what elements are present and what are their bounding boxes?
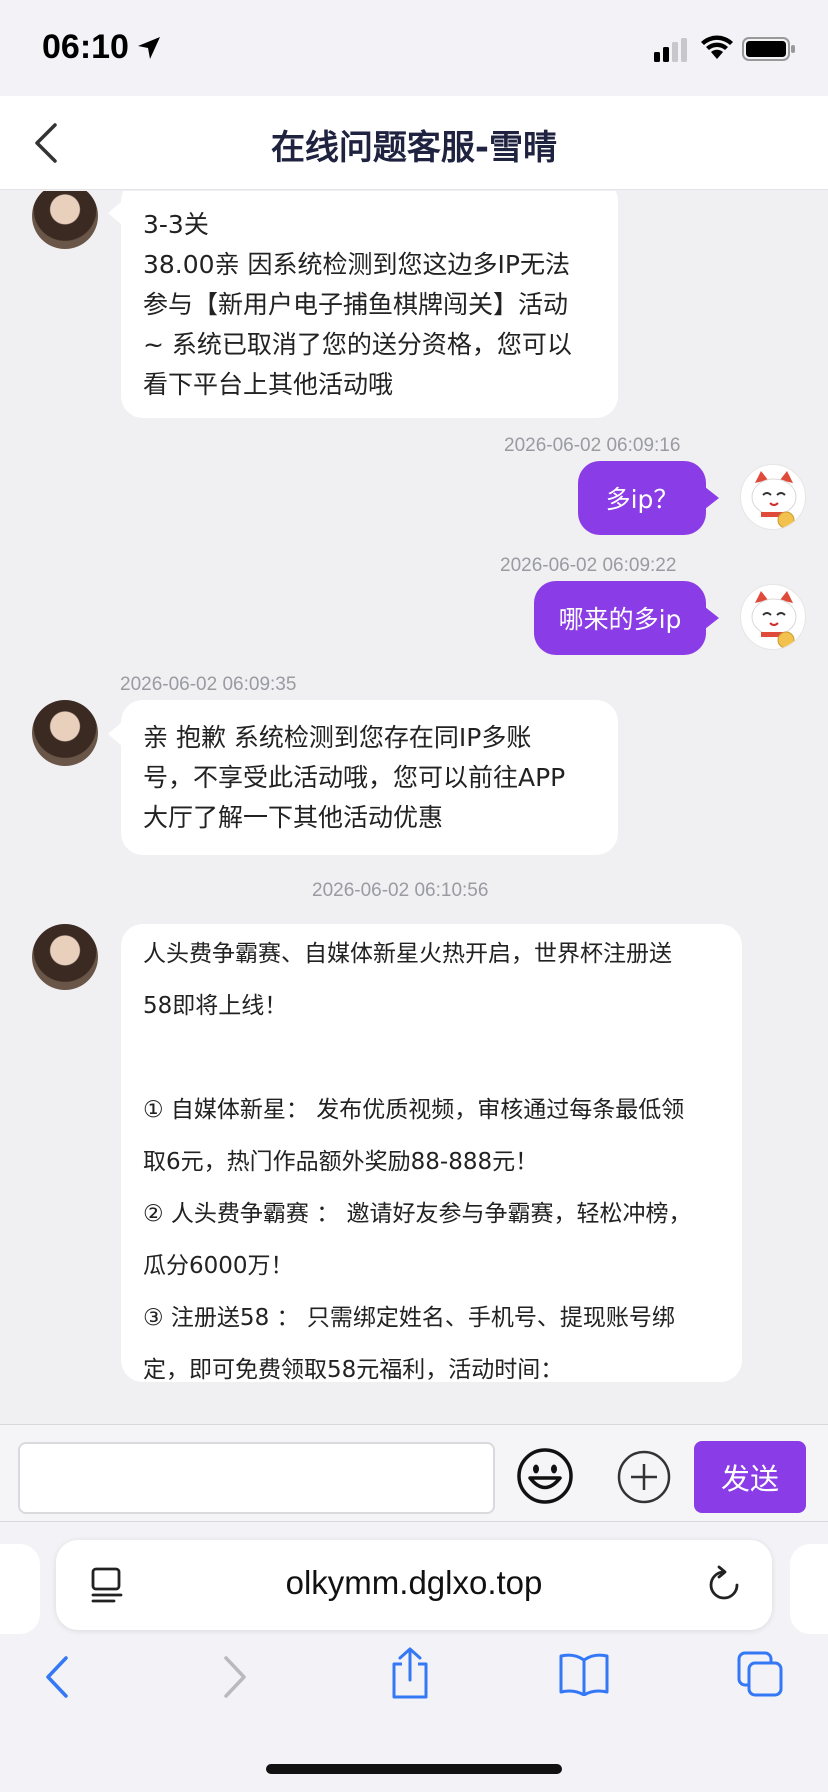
message-line: 亲 抱歉 系统检测到您存在同IP多账: [143, 723, 532, 752]
reload-icon[interactable]: [706, 1564, 742, 1604]
message-line: 参与【新用户电子捕鱼棋牌闯关】活动: [143, 290, 569, 319]
message-line: 号，不享受此活动哦，您可以前往APP: [143, 763, 566, 792]
battery-icon: [742, 37, 795, 61]
cellular-signal-icon: [654, 38, 687, 62]
message-line: [143, 1032, 722, 1084]
address-bar[interactable]: olkymm.dglxo.top: [56, 1540, 772, 1630]
message-input[interactable]: [18, 1442, 495, 1514]
bookmarks-icon[interactable]: [558, 1652, 610, 1696]
tabs-icon[interactable]: [736, 1650, 784, 1698]
url-text: olkymm.dglxo.top: [285, 1564, 543, 1601]
emoji-icon[interactable]: [516, 1447, 574, 1505]
message-line: 人头费争霸赛、自媒体新星火热开启，世界杯注册送: [143, 941, 672, 967]
user-avatar[interactable]: [740, 584, 806, 650]
wifi-icon: [701, 35, 733, 59]
browser-toolbar: olkymm.dglxo.top: [0, 1522, 828, 1792]
forward-icon[interactable]: [220, 1654, 250, 1700]
message-line: 58即将上线！: [143, 993, 288, 1019]
message-line: 大厅了解一下其他活动优惠: [143, 803, 444, 832]
message-timestamp: 2026-06-02 06:09:35: [120, 674, 297, 695]
message-line: 取6元，热门作品额外奖励88-888元！: [143, 1149, 539, 1175]
status-time: 06:10: [42, 28, 129, 66]
chat-header: 在线问题客服-雪晴: [0, 96, 828, 190]
message-composer: 发送: [0, 1424, 828, 1522]
back-icon[interactable]: [42, 1654, 72, 1700]
message-line: 看下平台上其他活动哦: [143, 370, 394, 399]
agent-avatar[interactable]: [32, 700, 98, 766]
message-timestamp: 2026-06-02 06:10:56: [312, 880, 489, 901]
lucky-cat-avatar-icon: [751, 471, 797, 529]
user-message-bubble: 多ip？: [578, 461, 719, 535]
message-line: 3-3关: [143, 210, 209, 239]
lucky-cat-avatar-icon: [751, 591, 797, 649]
message-line: ③ 注册送58 ： 只需绑定姓名、手机号、提现账号绑: [143, 1305, 675, 1331]
share-icon[interactable]: [388, 1646, 432, 1700]
send-button[interactable]: 发送: [694, 1441, 806, 1513]
user-message-bubble: 哪来的多ip: [534, 581, 719, 655]
agent-message-bubble: 3-3关 38.00亲 因系统检测到您这边多IP无法 参与【新用户电子捕鱼棋牌闯…: [108, 191, 618, 418]
agent-avatar[interactable]: [32, 191, 98, 249]
location-arrow-icon: [138, 37, 160, 59]
message-timestamp: 2026-06-02 06:09:16: [504, 435, 681, 456]
home-indicator: [266, 1764, 562, 1774]
page-title: 在线问题客服-雪晴: [270, 128, 558, 168]
agent-message-bubble: 亲 抱歉 系统检测到您存在同IP多账 号，不享受此活动哦，您可以前往APP 大厅…: [108, 700, 618, 855]
message-timestamp: 2026-06-02 06:09:22: [500, 555, 677, 576]
chat-messages[interactable]: 3-3关 38.00亲 因系统检测到您这边多IP无法 参与【新用户电子捕鱼棋牌闯…: [0, 191, 828, 1424]
next-tab-peek[interactable]: [790, 1544, 828, 1634]
user-avatar[interactable]: [740, 464, 806, 530]
message-line: ① 自媒体新星： 发布优质视频，审核通过每条最低领: [143, 1097, 685, 1123]
message-line: 瓜分6000万！: [143, 1253, 294, 1279]
message-line: ② 人头费争霸赛 ： 邀请好友参与争霸赛，轻松冲榜，: [143, 1201, 692, 1227]
message-line: ~ 系统已取消了您的送分资格，您可以: [143, 330, 572, 359]
agent-message-bubble: 人头费争霸赛、自媒体新星火热开启，世界杯注册送 58即将上线！ ① 自媒体新星：…: [121, 924, 742, 1382]
add-attachment-icon[interactable]: [616, 1449, 672, 1505]
message-line: 38.00亲 因系统检测到您这边多IP无法: [143, 250, 570, 279]
agent-avatar[interactable]: [32, 924, 98, 990]
status-bar: 06:10: [0, 0, 828, 96]
message-line: 定，即可免费领取58元福利，活动时间：: [143, 1357, 564, 1382]
previous-tab-peek[interactable]: [0, 1544, 40, 1634]
